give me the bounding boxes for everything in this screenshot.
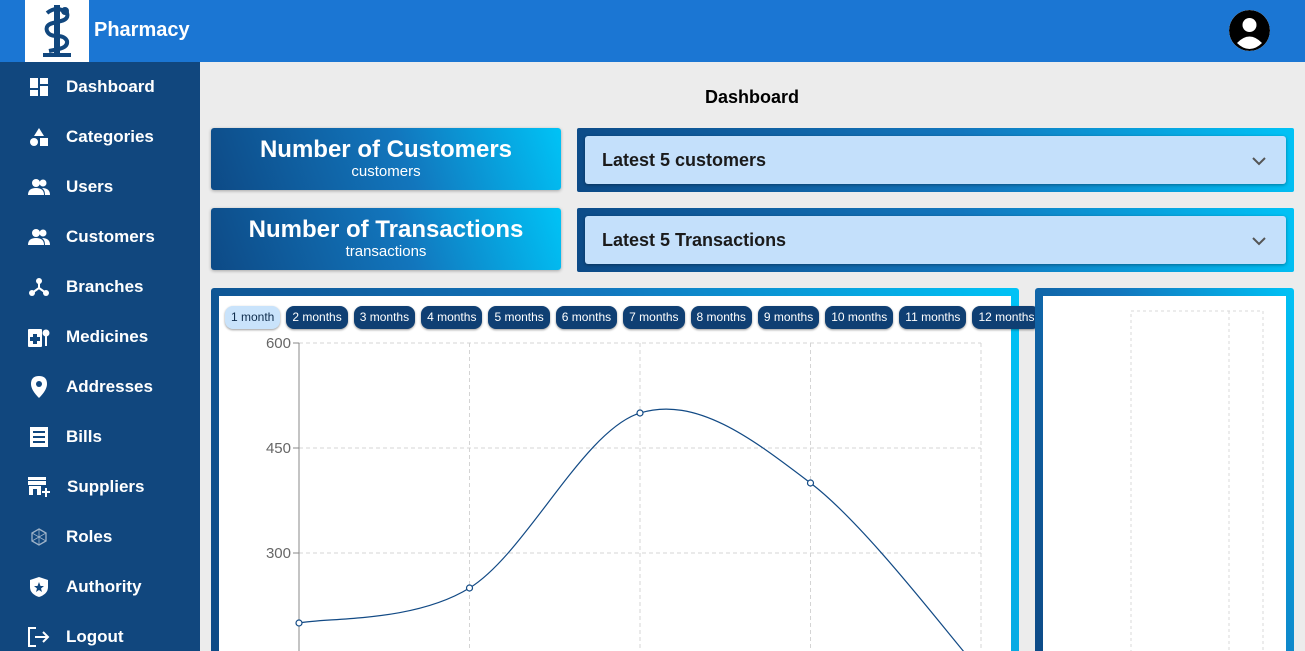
sidebar-item-label: Roles: [66, 527, 113, 546]
card-subtitle: customers: [351, 163, 421, 180]
sidebar-item-label: Users: [66, 177, 114, 196]
card-subtitle: transactions: [345, 243, 427, 260]
caduceus-icon: [43, 5, 71, 57]
sidebar-item-addresses[interactable]: Addresses: [0, 362, 200, 412]
users-icon: [28, 176, 50, 198]
sidebar-item-label: Customers: [66, 227, 155, 246]
y-tick-label: 300: [266, 545, 291, 562]
medicine-icon: [28, 326, 50, 348]
sidebar-item-customers[interactable]: Customers: [0, 212, 200, 262]
latest-transactions-panel: Latest 5 Transactions: [577, 208, 1294, 272]
sidebar-item-dashboard[interactable]: Dashboard: [0, 62, 200, 112]
sidebar-item-branches[interactable]: Branches: [0, 262, 200, 312]
y-tick-label: 450: [266, 440, 291, 457]
data-point: [295, 619, 303, 627]
line-chart: 300 450 600: [266, 335, 982, 651]
sidebar-item-label: Suppliers: [67, 477, 145, 496]
sidebar-item-label: Medicines: [66, 327, 149, 346]
sidebar-item-authority[interactable]: Authority: [0, 562, 200, 612]
card-title: Number of Transactions: [248, 216, 524, 243]
sidebar-item-categories[interactable]: Categories: [0, 112, 200, 162]
shield-icon: [28, 576, 50, 598]
logout-icon: [28, 626, 50, 648]
chevron-down-icon: [1252, 153, 1266, 171]
secondary-chart-grid: [1130, 310, 1264, 651]
accordion-label: Latest 5 customers: [602, 150, 767, 170]
sidebar-item-users[interactable]: Users: [0, 162, 200, 212]
series-line: [298, 408, 965, 651]
accordion-label: Latest 5 Transactions: [602, 230, 787, 250]
sidebar-item-bills[interactable]: Bills: [0, 412, 200, 462]
latest-customers-panel: Latest 5 customers: [577, 128, 1294, 192]
location-pin-icon: [28, 376, 50, 398]
page-title: Dashboard: [704, 87, 800, 107]
store-add-icon: [28, 476, 50, 498]
app-title: Pharmacy: [94, 19, 190, 41]
sidebar-item-label: Logout: [66, 627, 124, 646]
sidebar-item-medicines[interactable]: Medicines: [0, 312, 200, 362]
dashboard-icon: [28, 76, 50, 98]
sidebar-nav: Dashboard Categories Users Customers Bra…: [0, 62, 200, 651]
sidebar-item-suppliers[interactable]: Suppliers: [0, 462, 200, 512]
latest-customers-accordion[interactable]: Latest 5 customers: [585, 136, 1286, 184]
sidebar-item-roles[interactable]: Roles: [0, 512, 200, 562]
chevron-down-icon: [1252, 233, 1266, 251]
sidebar-item-label: Addresses: [66, 377, 153, 396]
chart-area: 1 month 2 months 3 months 4 months 5 mon…: [219, 296, 1041, 651]
transactions-count-card: Number of Transactions transactions: [211, 208, 561, 270]
data-point: [806, 479, 815, 487]
pharmacy-logo: [25, 0, 89, 62]
data-point: [465, 584, 474, 592]
category-icon: [28, 126, 50, 148]
transactions-chart-panel: 1 month 2 months 3 months 4 months 5 mon…: [211, 288, 1041, 651]
data-point: [636, 409, 644, 417]
branches-icon: [28, 276, 50, 298]
sidebar-item-label: Authority: [66, 577, 142, 596]
sidebar-item-logout[interactable]: Logout: [0, 612, 200, 651]
card-title: Number of Customers: [259, 136, 513, 163]
sidebar-item-label: Dashboard: [66, 77, 155, 96]
secondary-chart-panel: [1035, 288, 1294, 651]
customers-icon: [28, 226, 50, 248]
sidebar-item-label: Bills: [66, 427, 102, 446]
customers-count-card: Number of Customers customers: [211, 128, 561, 190]
sidebar-item-label: Branches: [66, 277, 144, 296]
top-app-bar: Pharmacy: [0, 0, 1305, 62]
receipt-icon: [28, 426, 50, 448]
roles-icon: [28, 526, 50, 548]
y-tick-label: 600: [266, 335, 291, 352]
account-circle-icon[interactable]: [1229, 10, 1270, 51]
latest-transactions-accordion[interactable]: Latest 5 Transactions: [585, 216, 1286, 264]
sidebar-item-label: Categories: [66, 127, 154, 146]
secondary-chart-area: [1043, 296, 1286, 651]
